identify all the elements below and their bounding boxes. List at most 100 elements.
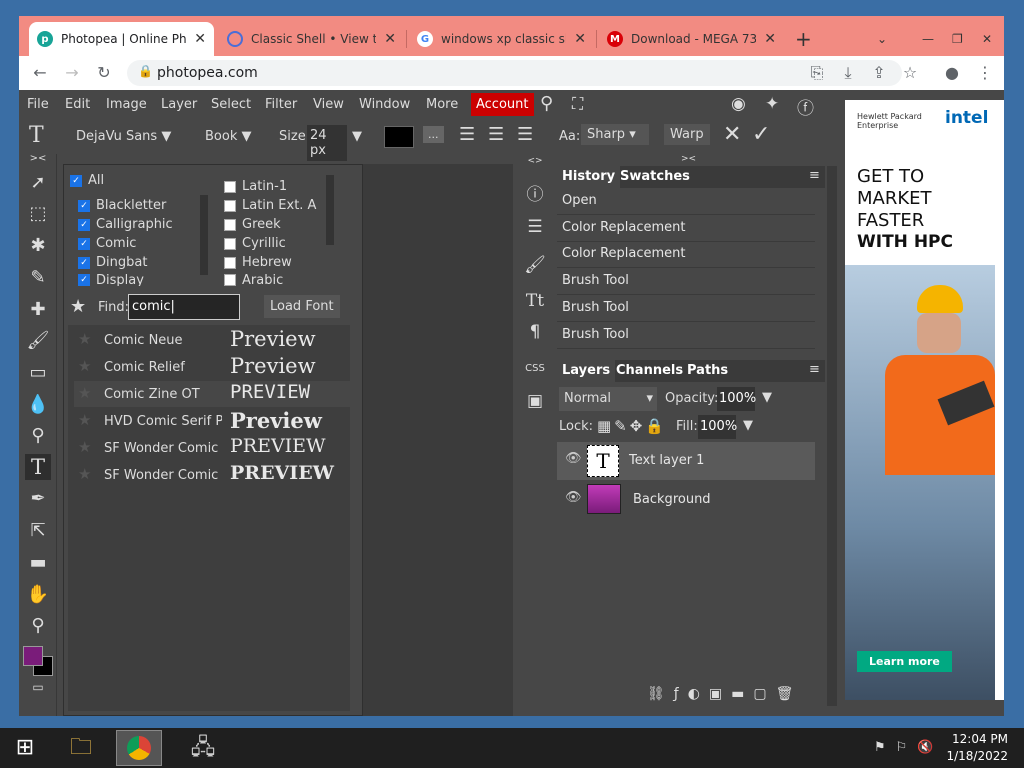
dodge-tool-icon[interactable]: ⚲ — [25, 423, 51, 449]
filter-cyrillic[interactable]: Cyrillic — [224, 236, 286, 251]
align-left-icon[interactable]: ☰ — [459, 124, 475, 145]
blend-mode-select[interactable]: Normal ▾ — [559, 387, 657, 411]
tab-search-icon[interactable]: ⌄ — [869, 22, 899, 56]
chrome-taskbar-button[interactable] — [116, 730, 162, 766]
history-item[interactable]: Brush Tool — [557, 296, 815, 322]
visibility-eye-icon[interactable]: 👁 — [565, 451, 582, 466]
address-bar[interactable]: 🔒 photopea.com — [127, 60, 902, 86]
tab-channels[interactable]: Channels — [611, 360, 688, 382]
collapse-icon[interactable]: >< — [25, 154, 51, 166]
filter-all[interactable]: ✓ All — [70, 173, 104, 188]
close-tab-icon[interactable]: ✕ — [194, 31, 206, 47]
facebook-icon[interactable]: ⓕ — [797, 94, 814, 119]
filter-latin-ext-a[interactable]: Latin Ext. A — [224, 198, 316, 213]
star-icon[interactable]: ★ — [78, 357, 91, 375]
star-icon[interactable]: ★ — [78, 411, 91, 429]
favorite-star-icon[interactable]: ★ — [70, 296, 86, 317]
tab-google-search[interactable]: G windows xp classic shell ✕ — [409, 22, 594, 56]
close-tab-icon[interactable]: ✕ — [764, 31, 776, 47]
find-input[interactable]: comic| — [128, 294, 240, 320]
collapse-icon[interactable]: <> — [522, 156, 548, 166]
font-style-select[interactable]: Book ▼ — [205, 129, 251, 144]
zoom-tool-icon[interactable]: ⚲ — [25, 613, 51, 639]
panel-menu-icon[interactable]: ≡ — [809, 362, 820, 377]
commit-icon[interactable]: ✓ — [752, 122, 770, 147]
star-icon[interactable]: ★ — [78, 438, 91, 456]
opacity-input[interactable]: 100% — [717, 387, 756, 411]
reddit-icon[interactable]: ◉ — [731, 94, 746, 114]
history-item[interactable]: Color Replacement — [557, 242, 815, 268]
path-select-icon[interactable]: ⇱ — [25, 518, 51, 544]
share-icon[interactable]: ⎘ — [806, 63, 828, 83]
tab-paths[interactable]: Paths — [682, 360, 733, 382]
quick-mask-icon[interactable]: ▭ — [25, 674, 51, 700]
menu-select[interactable]: Select — [211, 97, 251, 112]
layer-name[interactable]: Background — [633, 492, 711, 507]
tab-history[interactable]: History — [557, 166, 621, 188]
size-input[interactable]: 24 px — [307, 125, 347, 161]
warp-button[interactable]: Warp — [664, 124, 710, 145]
menu-window[interactable]: Window — [359, 97, 410, 112]
font-result-row[interactable]: ★SF Wonder Comic BlurPREVIEW — [74, 435, 352, 461]
filter-dingbat[interactable]: ✓ Dingbat — [78, 255, 147, 270]
search-icon[interactable]: ⚲ — [540, 93, 553, 114]
foreground-color-swatch[interactable] — [23, 646, 43, 666]
profile-icon[interactable]: ● — [941, 63, 963, 83]
menu-edit[interactable]: Edit — [65, 97, 90, 112]
visibility-eye-icon[interactable]: 👁 — [565, 490, 582, 505]
magic-wand-icon[interactable]: ✱ — [25, 233, 51, 259]
filter-comic[interactable]: ✓ Comic — [78, 236, 136, 251]
network-app-icon[interactable]: 🖧 — [180, 730, 226, 766]
fill-dropdown-icon[interactable]: ▼ — [743, 418, 753, 433]
advertisement[interactable]: Hewlett Packard Enterprise intel GET TO … — [845, 100, 995, 700]
blur-tool-icon[interactable]: 💧 — [25, 392, 51, 418]
lock-options-icon[interactable]: ▦✎✥🔒 — [597, 417, 667, 435]
brush-settings-icon[interactable]: 🖌 — [522, 252, 548, 278]
brush-tool-icon[interactable]: 🖌 — [25, 328, 51, 354]
tab-layers[interactable]: Layers — [557, 360, 616, 382]
menu-file[interactable]: File — [27, 97, 49, 112]
font-family-select[interactable]: DejaVu Sans ▼ — [76, 129, 171, 144]
shape-tool-icon[interactable]: ▬ — [25, 550, 51, 576]
menu-view[interactable]: View — [313, 97, 344, 112]
panel-menu-icon[interactable]: ≡ — [809, 168, 820, 183]
history-item[interactable]: Brush Tool — [557, 323, 815, 349]
send-icon[interactable]: ⇪ — [868, 63, 890, 83]
tray-icons[interactable]: ⚑⚐🔇 — [874, 740, 944, 755]
new-tab-button[interactable]: + — [787, 22, 817, 56]
marquee-tool-icon[interactable]: ⬚ — [25, 201, 51, 227]
css-icon[interactable]: CSS — [522, 356, 548, 382]
healing-brush-icon[interactable]: ✚ — [25, 297, 51, 323]
minimize-icon[interactable]: — — [914, 22, 942, 56]
forward-icon[interactable]: → — [61, 63, 83, 83]
type-tool-icon[interactable]: T — [25, 454, 51, 480]
menu-layer[interactable]: Layer — [161, 97, 197, 112]
layer-actions-icons[interactable]: ⛓ƒ◐▣▬▢🗑 — [647, 686, 802, 702]
page-scrollbar[interactable] — [995, 100, 1004, 700]
font-result-row[interactable]: ★SF Wonder Comic InlinePREVIEW — [74, 462, 352, 488]
filter-latin1[interactable]: Latin-1 — [224, 179, 287, 194]
filter-arabic[interactable]: Arabic — [224, 274, 283, 286]
tab-classic-shell[interactable]: Classic Shell • View topic ✕ — [219, 22, 404, 56]
move-tool-icon[interactable]: ➚ — [25, 170, 51, 196]
cancel-icon[interactable]: ✕ — [723, 122, 741, 147]
fullscreen-icon[interactable]: ⛶ — [572, 94, 583, 114]
menu-more[interactable]: More — [426, 97, 458, 112]
reload-icon[interactable]: ↻ — [93, 63, 115, 83]
star-icon[interactable]: ★ — [78, 384, 91, 402]
tab-mega[interactable]: M Download - MEGA 73% ✕ — [599, 22, 784, 56]
install-icon[interactable]: ⤓ — [837, 63, 859, 83]
bookmark-star-icon[interactable]: ☆ — [899, 63, 921, 83]
maximize-icon[interactable]: ❐ — [944, 22, 972, 56]
scrollbar[interactable] — [326, 175, 334, 245]
filter-hebrew[interactable]: Hebrew — [224, 255, 292, 270]
layer-row[interactable]: 👁 Background — [557, 481, 815, 519]
font-result-row[interactable]: ★HVD Comic Serif ProPreview — [74, 408, 352, 434]
start-button[interactable]: ⊞ — [2, 730, 48, 766]
star-icon[interactable]: ★ — [78, 330, 91, 348]
filter-display[interactable]: ✓ Display — [78, 274, 144, 286]
star-icon[interactable]: ★ — [78, 465, 91, 483]
history-item[interactable]: Open — [557, 189, 815, 215]
menu-image[interactable]: Image — [106, 97, 147, 112]
filter-blackletter[interactable]: ✓ Blackletter — [78, 198, 166, 213]
